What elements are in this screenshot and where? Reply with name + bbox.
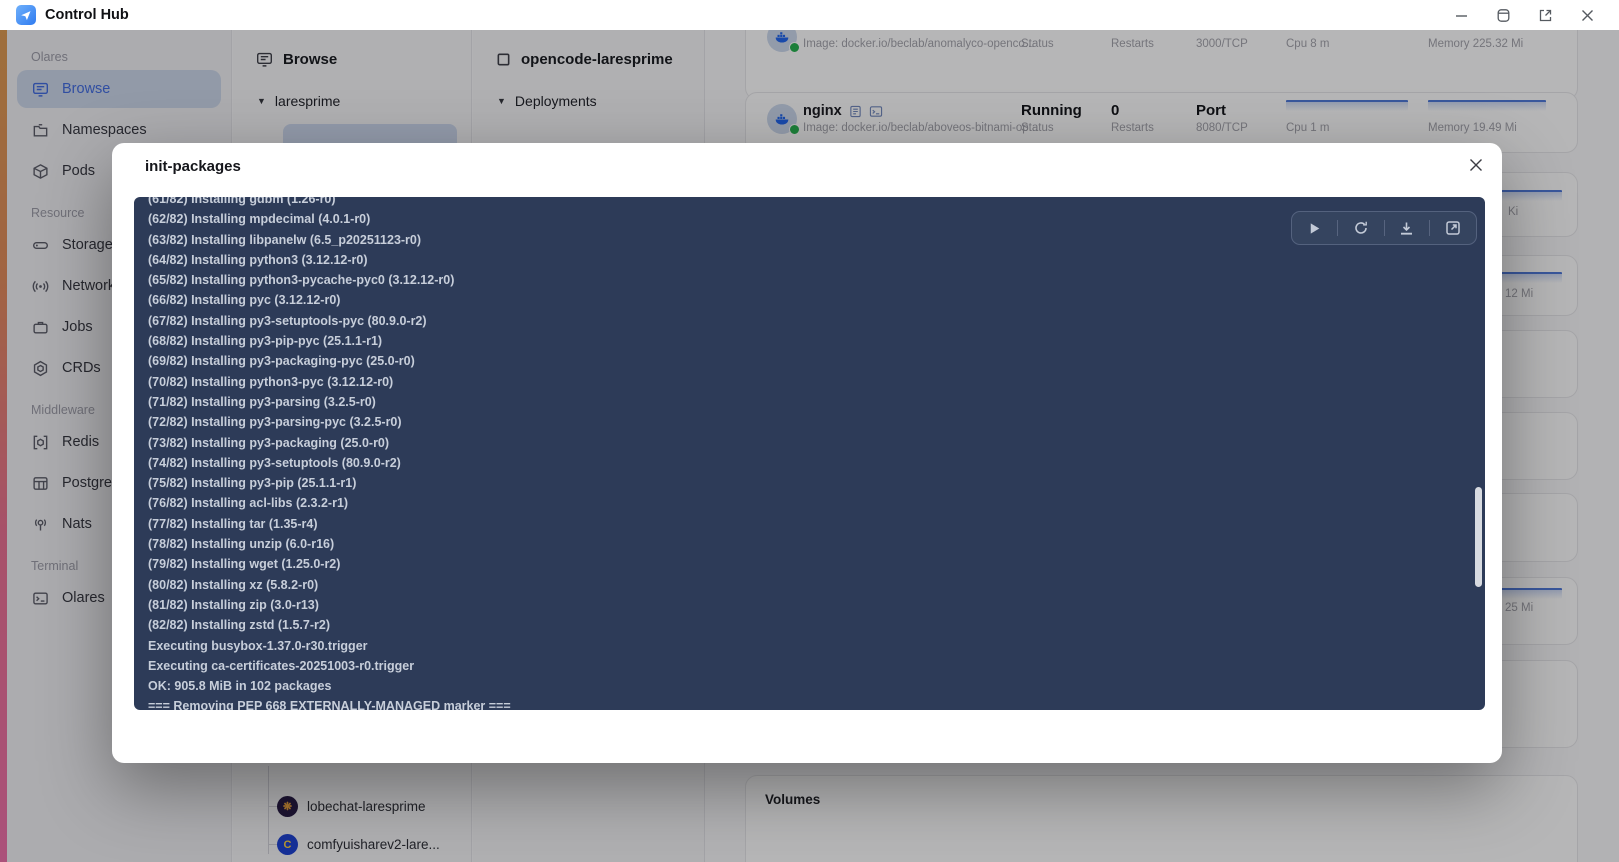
modal-close-icon[interactable] [1467, 156, 1485, 174]
log-line: (82/82) Installing zstd (1.5.7-r2) [148, 618, 330, 633]
log-line: OK: 905.8 MiB in 102 packages [148, 679, 332, 694]
log-line: (77/82) Installing tar (1.35-r4) [148, 516, 318, 531]
log-line: (63/82) Installing libpanelw (6.5_p20251… [148, 232, 422, 247]
log-line: (73/82) Installing py3-packaging (25.0-r… [148, 435, 390, 450]
app-window: Control Hub Olares Browse Namespaces Pods Re… [0, 0, 1619, 862]
log-terminal[interactable]: (61/82) Installing gdbm (1.26-r0) (62/82)… [134, 197, 1485, 710]
app-title: Control Hub [45, 7, 129, 23]
log-lines: (61/82) Installing gdbm (1.26-r0) (62/82)… [134, 197, 1485, 710]
modal-title: init-packages [145, 158, 241, 175]
log-line: (72/82) Installing py3-parsing-pyc (3.2.… [148, 415, 402, 430]
log-line: (80/82) Installing xz (5.8.2-r0) [148, 577, 319, 592]
log-modal: init-packages (61/82) Installing gdbm (1… [112, 143, 1502, 763]
log-line: (75/82) Installing py3-pip (25.1.1-r1) [148, 476, 357, 491]
log-line: (76/82) Installing acl-libs (2.3.2-r1) [148, 496, 349, 511]
maximize-icon[interactable] [1496, 8, 1511, 23]
toolbar-divider [1429, 220, 1431, 236]
log-toolbar [1291, 211, 1477, 245]
log-line: === Removing PEP 668 EXTERNALLY-MANAGED … [148, 699, 511, 710]
log-line: (70/82) Installing python3-pyc (3.12.12-… [148, 374, 394, 389]
log-line: (65/82) Installing python3-pycache-pyc0 … [148, 273, 455, 288]
app-icon [16, 5, 36, 25]
log-line: (68/82) Installing py3-pip-pyc (25.1.1-r… [148, 334, 383, 349]
window-controls [1454, 8, 1619, 23]
log-line: (66/82) Installing pyc (3.12.12-r0) [148, 293, 341, 308]
toolbar-divider [1336, 220, 1338, 236]
log-line: (71/82) Installing py3-parsing (3.2.5-r0… [148, 394, 376, 409]
close-window-icon[interactable] [1580, 8, 1595, 23]
log-line: (61/82) Installing gdbm (1.26-r0) [148, 197, 336, 206]
toolbar-divider [1383, 220, 1385, 236]
open-external-icon[interactable] [1445, 220, 1461, 236]
download-icon[interactable] [1399, 221, 1414, 236]
refresh-icon[interactable] [1353, 220, 1369, 236]
open-external-icon[interactable] [1538, 8, 1553, 23]
log-line: (81/82) Installing zip (3.0-r13) [148, 597, 319, 612]
log-line: Executing busybox-1.37.0-r30.trigger [148, 638, 368, 653]
log-line: (78/82) Installing unzip (6.0-r16) [148, 537, 335, 552]
log-line: (62/82) Installing mpdecimal (4.0.1-r0) [148, 212, 371, 227]
log-line: (69/82) Installing py3-packaging-pyc (25… [148, 354, 415, 369]
log-line: (64/82) Installing python3 (3.12.12-r0) [148, 252, 368, 267]
log-line: (67/82) Installing py3-setuptools-pyc (8… [148, 313, 427, 328]
log-line: (79/82) Installing wget (1.25.0-r2) [148, 557, 341, 572]
titlebar: Control Hub [0, 0, 1619, 30]
log-line: (74/82) Installing py3-setuptools (80.9.… [148, 455, 401, 470]
log-line: Executing ca-certificates-20251003-r0.tr… [148, 658, 415, 673]
terminal-scrollbar-thumb[interactable] [1475, 487, 1482, 587]
play-icon[interactable] [1307, 221, 1322, 236]
minimize-icon[interactable] [1454, 8, 1469, 23]
